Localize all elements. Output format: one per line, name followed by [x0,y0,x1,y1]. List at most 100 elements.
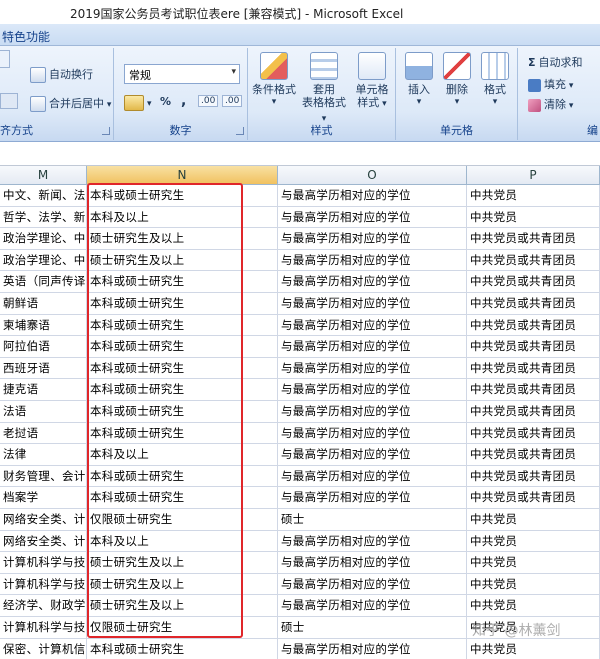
cell-o[interactable]: 与最高学历相对应的学位 [278,530,467,553]
cell-n[interactable]: 本科或硕士研究生 [87,422,278,445]
cell-p[interactable]: 中共党员 [467,638,600,659]
column-header-p[interactable]: P [467,166,600,185]
accounting-format-button[interactable]: ▾ [124,95,152,111]
cell-p[interactable]: 中共党员或共青团员 [467,357,600,380]
cell-m[interactable]: 计算机科学与技术 [0,552,87,574]
cell-o[interactable]: 与最高学历相对应的学位 [278,444,467,466]
cell-m[interactable]: 哲学、法学、新闻 [0,206,87,229]
cell-n[interactable]: 硕士研究生及以上 [87,249,278,272]
cell-p[interactable]: 中共党员 [467,552,600,574]
cell-m[interactable]: 保密、计算机信息 [0,638,87,659]
cell-o[interactable]: 与最高学历相对应的学位 [278,552,467,574]
cell-m[interactable]: 经济学、财政学、 [0,595,87,617]
cell-o[interactable]: 与最高学历相对应的学位 [278,271,467,293]
percent-button[interactable]: % [160,95,171,108]
column-header-n[interactable]: N [87,166,278,185]
format-as-table-button[interactable]: 套用 表格格式 ▾ [300,52,348,126]
comma-button[interactable]: , [181,93,186,109]
cell-n[interactable]: 本科或硕士研究生 [87,638,278,659]
cell-m[interactable]: 计算机科学与技术 [0,573,87,596]
cell-o[interactable]: 与最高学历相对应的学位 [278,465,467,488]
cell-n[interactable]: 本科或硕士研究生 [87,357,278,380]
cell-o[interactable]: 与最高学历相对应的学位 [278,573,467,596]
cell-m[interactable]: 政治学理论、中外 [0,228,87,250]
cell-o[interactable]: 与最高学历相对应的学位 [278,249,467,272]
cell-p[interactable]: 中共党员或共青团员 [467,465,600,488]
fill-button[interactable]: 填充 ▾ [528,76,573,92]
cell-m[interactable]: 柬埔寨语 [0,314,87,337]
cell-m[interactable]: 阿拉伯语 [0,336,87,358]
column-header-o[interactable]: O [278,166,467,185]
cell-o[interactable]: 与最高学历相对应的学位 [278,487,467,509]
cell-o[interactable]: 与最高学历相对应的学位 [278,314,467,337]
cell-p[interactable]: 中共党员或共青团员 [467,487,600,509]
column-header-m[interactable]: M [0,166,87,185]
cell-o[interactable]: 与最高学历相对应的学位 [278,336,467,358]
cell-p[interactable]: 中共党员或共青团员 [467,401,600,423]
format-cells-button[interactable]: 格式 ▾ [476,52,514,109]
cell-p[interactable]: 中共党员 [467,595,600,617]
cell-n[interactable]: 本科及以上 [87,206,278,229]
tab-special-features[interactable]: 特色功能 [2,28,50,45]
cell-p[interactable]: 中共党员 [467,509,600,531]
cell-m[interactable]: 捷克语 [0,379,87,401]
cell-o[interactable]: 与最高学历相对应的学位 [278,185,467,207]
cell-m[interactable]: 档案学 [0,487,87,509]
cell-m[interactable]: 老挝语 [0,422,87,445]
cell-p[interactable]: 中共党员或共青团员 [467,379,600,401]
cell-p[interactable]: 中共党员或共青团员 [467,314,600,337]
cell-p[interactable]: 中共党员 [467,206,600,229]
cell-o[interactable]: 与最高学历相对应的学位 [278,357,467,380]
cell-n[interactable]: 本科及以上 [87,444,278,466]
cell-m[interactable]: 中文、新闻、法学 [0,185,87,207]
cell-n[interactable]: 仅限硕士研究生 [87,617,278,639]
cell-m[interactable]: 英语（同声传译、 [0,271,87,293]
autosum-button[interactable]: Σ 自动求和 [528,54,583,70]
cell-n[interactable]: 本科或硕士研究生 [87,487,278,509]
cell-n[interactable]: 本科或硕士研究生 [87,293,278,315]
cell-p[interactable]: 中共党员 [467,185,600,207]
cell-n[interactable]: 硕士研究生及以上 [87,228,278,250]
cell-p[interactable]: 中共党员 [467,573,600,596]
cell-p[interactable]: 中共党员或共青团员 [467,293,600,315]
cell-p[interactable]: 中共党员或共青团员 [467,444,600,466]
cell-o[interactable]: 与最高学历相对应的学位 [278,638,467,659]
cell-p[interactable]: 中共党员或共青团员 [467,228,600,250]
cell-m[interactable]: 财务管理、会计学 [0,465,87,488]
cell-m[interactable]: 政治学理论、中外 [0,249,87,272]
cell-o[interactable]: 与最高学历相对应的学位 [278,422,467,445]
cell-m[interactable]: 法律 [0,444,87,466]
decrease-decimal-button[interactable]: .00 [222,95,243,107]
cell-n[interactable]: 本科或硕士研究生 [87,465,278,488]
conditional-format-button[interactable]: 条件格式 ▾ [250,52,298,109]
cell-n[interactable]: 本科或硕士研究生 [87,314,278,337]
cell-m[interactable]: 计算机科学与技术 [0,617,87,639]
cell-o[interactable]: 与最高学历相对应的学位 [278,379,467,401]
cell-o[interactable]: 与最高学历相对应的学位 [278,293,467,315]
cell-n[interactable]: 本科或硕士研究生 [87,401,278,423]
delete-cells-button[interactable]: 删除 ▾ [438,52,476,109]
cell-n[interactable]: 本科及以上 [87,530,278,553]
align-left-button[interactable] [0,50,10,68]
cell-m[interactable]: 法语 [0,401,87,423]
cell-m[interactable]: 朝鲜语 [0,293,87,315]
cell-n[interactable]: 硕士研究生及以上 [87,573,278,596]
cell-n[interactable]: 本科或硕士研究生 [87,336,278,358]
wrap-text-button[interactable]: 自动换行 [30,66,93,83]
cell-n[interactable]: 硕士研究生及以上 [87,595,278,617]
cell-p[interactable]: 中共党员或共青团员 [467,336,600,358]
increase-decimal-button[interactable]: .00 [198,95,219,107]
cell-n[interactable]: 本科或硕士研究生 [87,185,278,207]
cell-n[interactable]: 仅限硕士研究生 [87,509,278,531]
cell-o[interactable]: 与最高学历相对应的学位 [278,228,467,250]
cell-o[interactable]: 硕士 [278,509,467,531]
alignment-launcher-icon[interactable] [102,127,110,135]
cell-n[interactable]: 本科或硕士研究生 [87,271,278,293]
merge-center-button[interactable]: 合并后居中 ▾ [30,95,111,112]
cell-o[interactable]: 与最高学历相对应的学位 [278,595,467,617]
number-launcher-icon[interactable] [236,127,244,135]
cell-m[interactable]: 西班牙语 [0,357,87,380]
cell-p[interactable]: 中共党员或共青团员 [467,271,600,293]
clear-button[interactable]: 清除 ▾ [528,96,573,112]
indent-icon[interactable] [0,93,18,109]
